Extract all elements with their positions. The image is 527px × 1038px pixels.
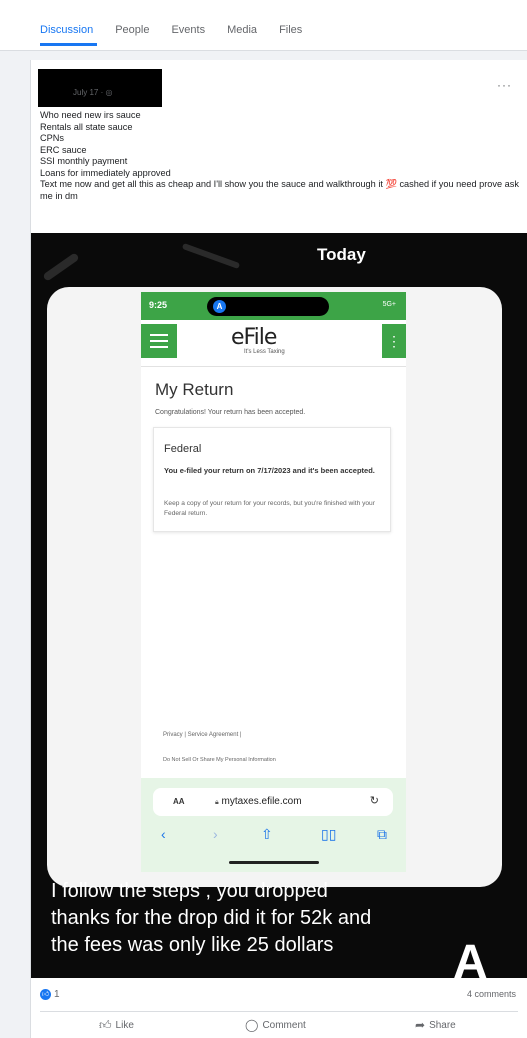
tabs: Discussion People Events Media Files (40, 24, 324, 46)
share-icon: ➦ (415, 1018, 426, 1032)
tab-files[interactable]: Files (279, 24, 302, 36)
tab-media[interactable]: Media (227, 24, 257, 36)
background-streak (42, 252, 80, 282)
like-reaction-icon: 👍︎ (40, 989, 51, 1000)
efile-tagline: It's Less Taxing (244, 349, 285, 355)
globe-icon: ◎ (105, 88, 113, 97)
url-text: 🔒︎ mytaxes.efile.com (215, 796, 302, 807)
text-size-button: AA (173, 797, 185, 806)
federal-message: You e-filed your return on 7/17/2023 and… (164, 466, 375, 475)
tab-people[interactable]: People (115, 24, 149, 36)
phone-screen: 9:25 A 5G+ eFile It's Less Taxing ⋮ My R… (141, 292, 406, 872)
post-line: Text me now and get all this as cheap an… (40, 179, 519, 201)
post-line: Rentals all state sauce (40, 121, 133, 132)
more-options-button[interactable]: ··· (497, 78, 512, 92)
my-return-title: My Return (155, 380, 234, 399)
share-button[interactable]: ➦ Share (415, 1018, 456, 1032)
safari-toolbar: AA 🔒︎ mytaxes.efile.com ↻ ‹ › ⇧ ▯▯ ⧉ (141, 778, 406, 872)
footer-links: Privacy | Service Agreement | (163, 732, 242, 738)
post-body: Who need new irs sauce Rentals all state… (40, 110, 520, 202)
post-line: SSI monthly payment (40, 156, 128, 166)
comment-icon: ◯ (245, 1018, 259, 1032)
post-actions: 👍︎ Like ◯ Comment ➦ Share (31, 1018, 527, 1038)
tabs-icon: ⧉ (377, 826, 387, 842)
signal-icon: 5G+ (382, 301, 396, 308)
tab-events[interactable]: Events (171, 24, 205, 36)
caption-line: the fees was only like 25 dollars (51, 934, 334, 956)
congrats-text: Congratulations! Your return has been ac… (155, 409, 306, 416)
phone-screenshot: 9:25 A 5G+ eFile It's Less Taxing ⋮ My R… (47, 287, 502, 887)
dynamic-island: A (207, 297, 329, 316)
post-date[interactable]: July 17 · ◎ (73, 88, 112, 97)
post-line: Loans for immediately approved (40, 167, 171, 178)
status-bar: 9:25 A 5G+ (141, 292, 406, 320)
reload-icon: ↻ (369, 795, 379, 807)
thumbs-up-icon: 👍︎ (99, 1018, 112, 1032)
comment-count[interactable]: 4 comments (467, 989, 516, 999)
post-card: July 17 · ◎ ··· Who need new irs sauce R… (30, 60, 527, 1038)
efile-logo: eFile (231, 325, 277, 350)
story-overlay-letter: A (453, 936, 488, 978)
app-icon: A (213, 300, 226, 313)
lock-icon: 🔒︎ (215, 799, 219, 806)
safari-nav-row: ‹ › ⇧ ▯▯ ⧉ (141, 826, 406, 848)
background-streak (181, 242, 241, 270)
status-time: 9:25 (149, 300, 168, 310)
post-line: ERC sauce (40, 144, 87, 155)
post-line: Who need new irs sauce (40, 110, 141, 120)
forward-icon: › (213, 826, 218, 842)
kebab-icon: ⋮ (382, 324, 406, 358)
divider (40, 1011, 518, 1012)
hamburger-icon (141, 324, 177, 358)
federal-status-card: Federal You e-filed your return on 7/17/… (153, 427, 391, 532)
efile-app-bar: eFile It's Less Taxing ⋮ (141, 320, 406, 367)
url-bar: AA 🔒︎ mytaxes.efile.com ↻ (153, 788, 393, 816)
caption-line: thanks for the drop did it for 52k and (51, 907, 372, 929)
home-indicator (229, 861, 319, 864)
footer-dns: Do Not Sell Or Share My Personal Informa… (163, 757, 276, 763)
like-button[interactable]: 👍︎ Like (99, 1018, 134, 1033)
story-today-label: Today (317, 245, 366, 264)
back-icon: ‹ (161, 826, 166, 842)
federal-title: Federal (164, 443, 202, 455)
federal-note: Keep a copy of your return for your reco… (164, 500, 375, 517)
comment-button[interactable]: ◯ Comment (245, 1018, 306, 1032)
story-caption: I follow the steps , you dropped thanks … (51, 878, 511, 959)
share-icon: ⇧ (261, 826, 273, 842)
caption-line: I follow the steps , you dropped (51, 880, 328, 902)
tab-discussion[interactable]: Discussion (40, 24, 98, 46)
post-line: CPNs (40, 133, 64, 143)
post-media[interactable]: Today 9:25 A 5G+ eFile It's Less Taxing … (31, 233, 527, 978)
group-tab-bar: Discussion People Events Media Files (0, 0, 527, 51)
reaction-count[interactable]: 👍︎ 1 (40, 989, 60, 1000)
bookmarks-icon: ▯▯ (321, 826, 337, 842)
